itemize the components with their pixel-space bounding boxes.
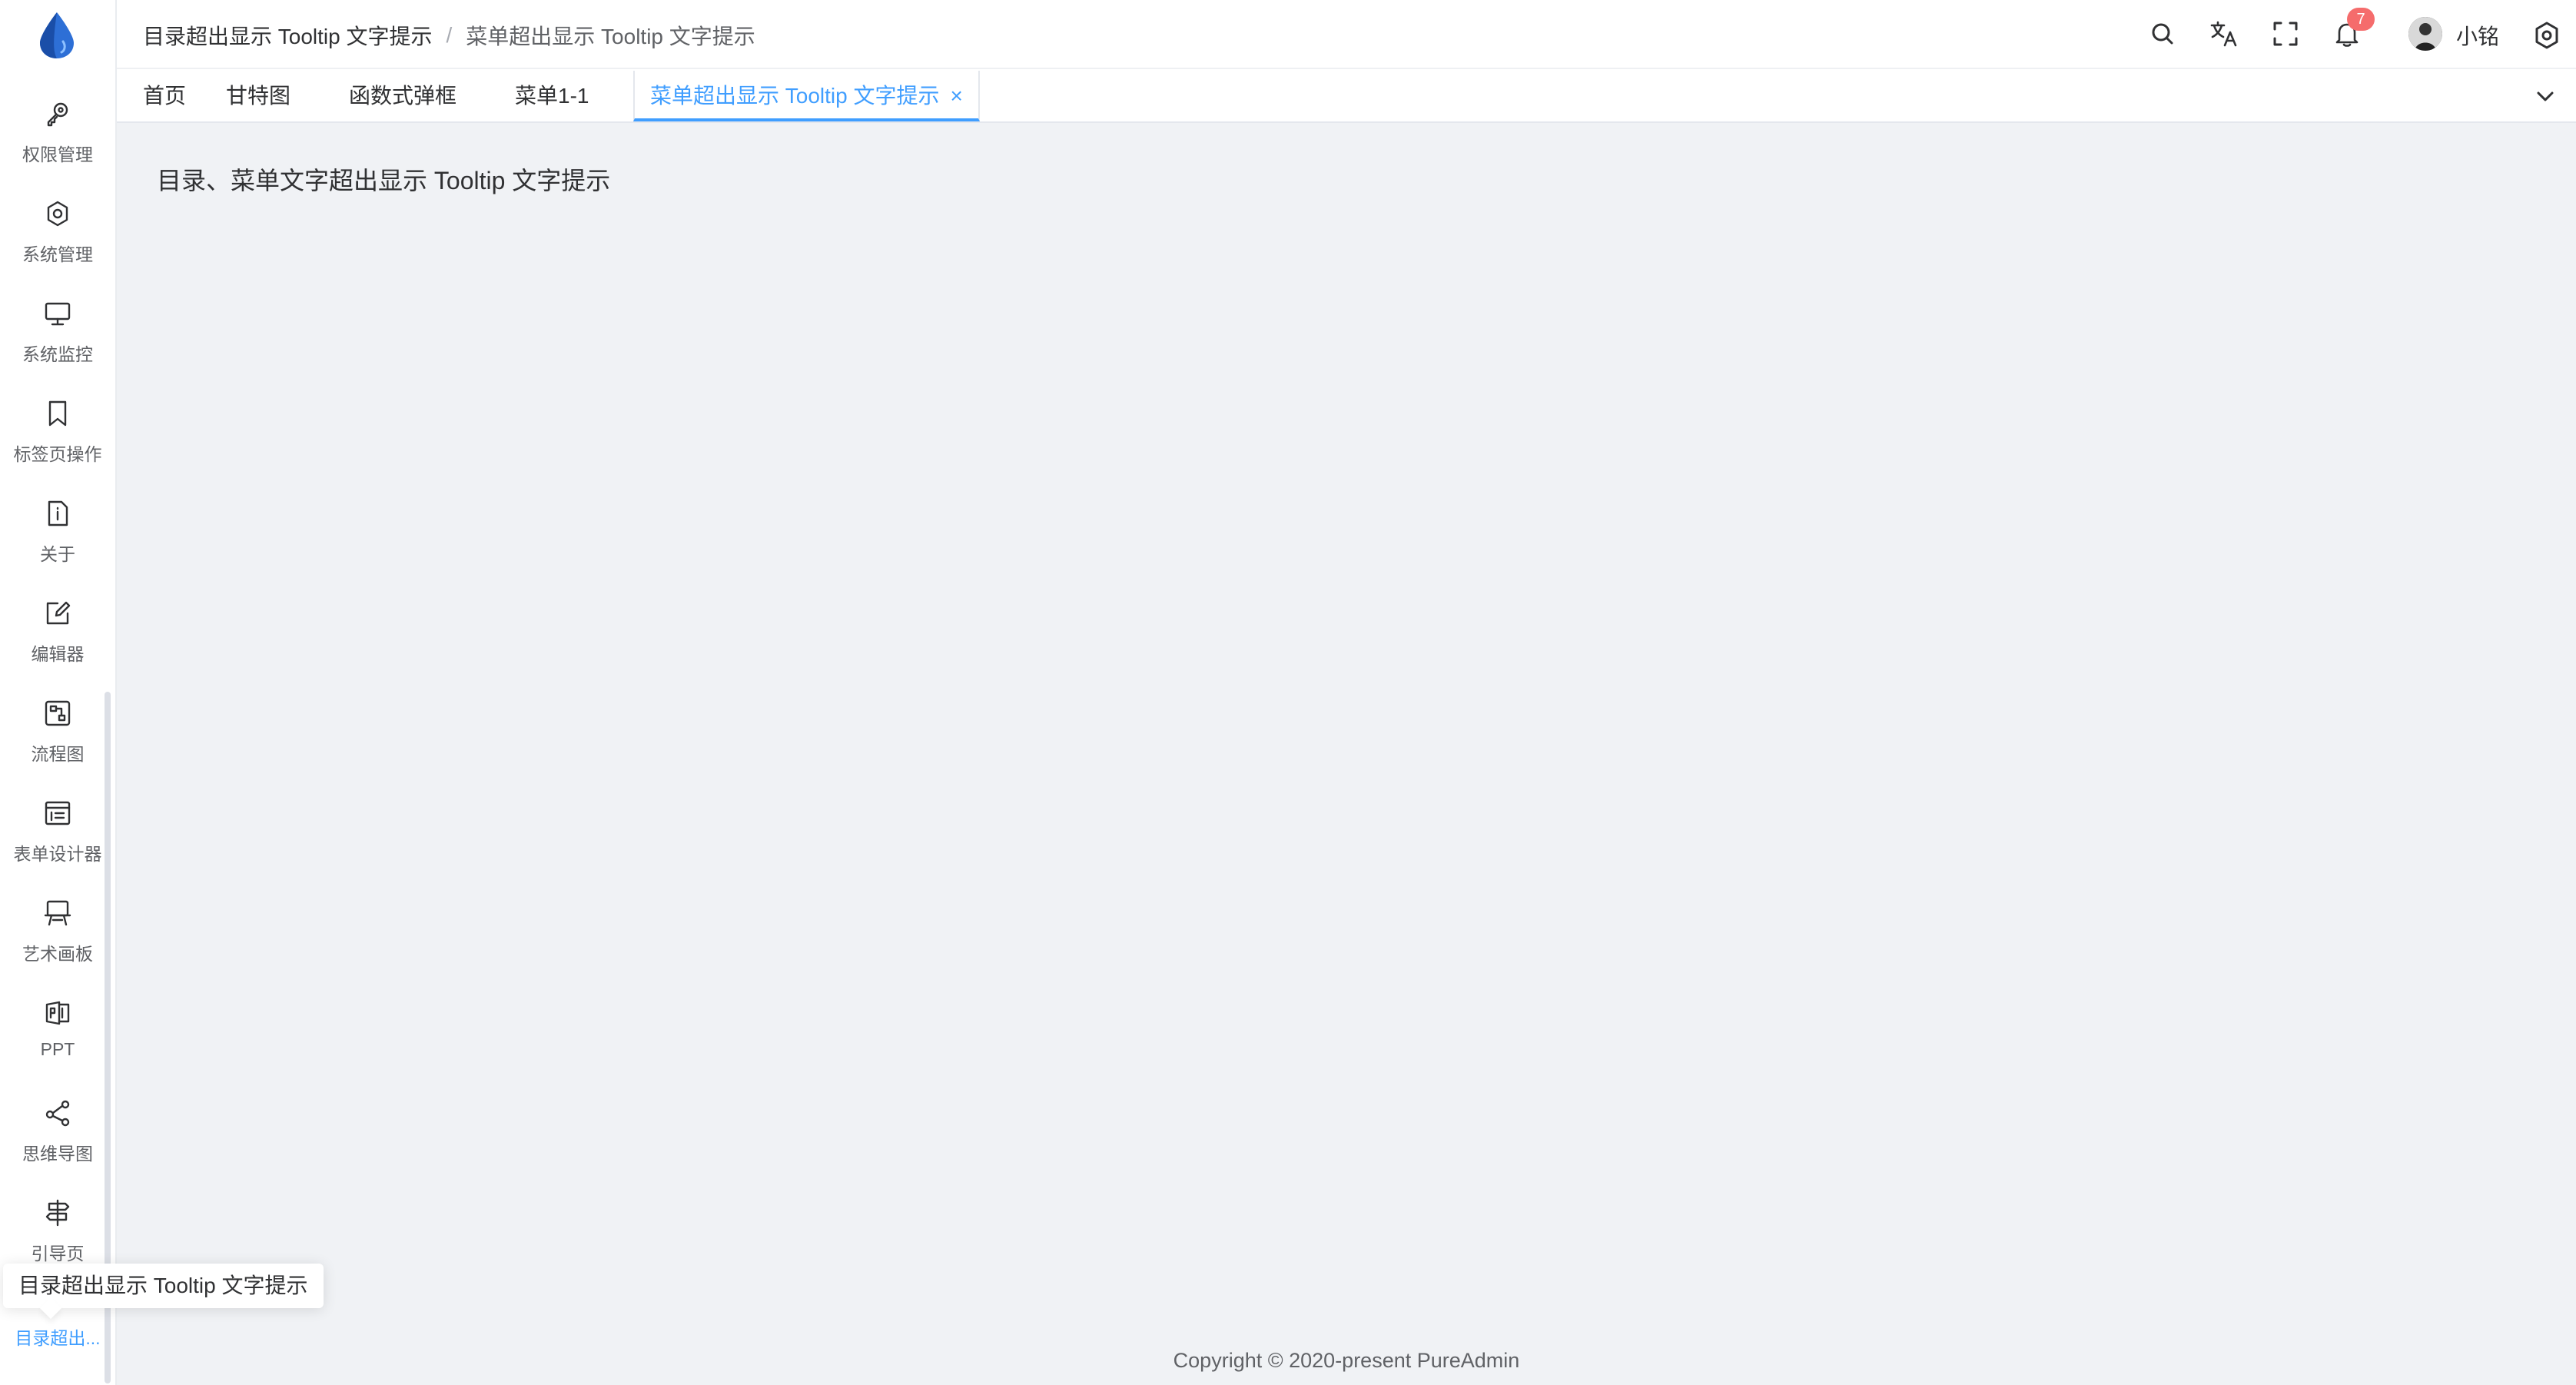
sidebar-item-label: 系统监控 (22, 344, 93, 364)
username[interactable]: 小铭 (2456, 20, 2499, 51)
ppt-icon (42, 998, 73, 1028)
sidebar-item-mindmap[interactable]: 思维导图 (0, 1088, 115, 1181)
edit-icon (42, 598, 73, 629)
sidebar-item-label: 表单设计器 (13, 844, 102, 864)
sidebar-item-label: 标签页操作 (13, 444, 102, 464)
info-file-icon (42, 498, 73, 529)
tooltip-text: 目录超出显示 Tooltip 文字提示 (18, 1274, 308, 1297)
mindmap-icon (42, 1098, 73, 1128)
tab-tooltip-menu[interactable]: 菜单超出显示 Tooltip 文字提示 × (633, 71, 980, 121)
sidebar-item-label: 权限管理 (22, 144, 93, 164)
breadcrumb-item-current: 菜单超出显示 Tooltip 文字提示 (466, 25, 755, 48)
sidebar-item-label: 引导页 (31, 1244, 85, 1264)
sidebar-item-ppt[interactable]: PPT (0, 988, 115, 1081)
sidebar-item-art-board[interactable]: 艺术画板 (0, 888, 115, 981)
sidebar-item-about[interactable]: 关于 (0, 489, 115, 581)
sidebar-item-permission[interactable]: 权限管理 (0, 89, 115, 181)
notification-badge: 7 (2347, 8, 2375, 31)
breadcrumb-separator: / (446, 23, 453, 47)
tabs-bar: 首页 甘特图 函数式弹框 菜单1-1 菜单超出显示 Tooltip 文字提示 × (117, 71, 2576, 123)
gear-icon (42, 198, 73, 229)
sidebar-item-tabs[interactable]: 标签页操作 (0, 389, 115, 481)
tab-function-dialog[interactable]: 函数式弹框 (349, 71, 456, 121)
sidebar-item-label: 系统管理 (22, 244, 93, 264)
logo[interactable] (34, 11, 80, 60)
flow-icon (42, 698, 73, 729)
signpost-icon (42, 1197, 73, 1228)
sidebar-item-system[interactable]: 系统管理 (0, 189, 115, 281)
sidebar-item-label: 流程图 (31, 744, 85, 764)
close-icon[interactable]: × (951, 71, 963, 121)
sidebar-item-label: 编辑器 (31, 644, 85, 664)
tab-gantt[interactable]: 甘特图 (226, 71, 290, 121)
sidebar-item-label: PPT (40, 1039, 75, 1059)
sidebar-item-editor[interactable]: 编辑器 (0, 589, 115, 681)
footer-copyright: Copyright © 2020-present PureAdmin (1173, 1349, 1520, 1372)
translate-icon[interactable] (2209, 18, 2239, 49)
sidebar-item-flow[interactable]: 流程图 (0, 689, 115, 781)
page-title: 目录、菜单文字超出显示 Tooltip 文字提示 (157, 167, 611, 194)
chevron-down-icon[interactable] (2530, 81, 2561, 112)
sidebar-item-label: 关于 (40, 544, 75, 564)
easel-icon (42, 898, 73, 928)
sidebar-item-form-designer[interactable]: 表单设计器 (0, 789, 115, 881)
droplet-logo-icon (40, 12, 74, 58)
breadcrumb-item[interactable]: 目录超出显示 Tooltip 文字提示 (143, 20, 433, 51)
search-icon[interactable] (2147, 18, 2178, 49)
key-icon (42, 98, 73, 129)
fullscreen-icon[interactable] (2270, 18, 2301, 49)
sidebar: 权限管理 系统管理 系统监控 标签页操作 关于 编辑器 流程图 表单设计器 艺术… (0, 0, 117, 1385)
sidebar-item-label: 思维导图 (22, 1144, 93, 1164)
navbar: 目录超出显示 Tooltip 文字提示 / 菜单超出显示 Tooltip 文字提… (117, 0, 2576, 69)
monitor-icon (42, 298, 73, 329)
tab-menu-1-1[interactable]: 菜单1-1 (515, 71, 589, 121)
menu-tooltip: 目录超出显示 Tooltip 文字提示 (3, 1264, 324, 1320)
tab-home[interactable]: 首页 (143, 71, 186, 121)
sidebar-item-label: 艺术画板 (22, 944, 93, 964)
avatar[interactable] (2408, 17, 2442, 51)
settings-gear-icon[interactable] (2531, 20, 2559, 49)
sidebar-item-label: 目录超出... (15, 1328, 101, 1348)
breadcrumb: 目录超出显示 Tooltip 文字提示 / 菜单超出显示 Tooltip 文字提… (143, 20, 755, 51)
form-icon (42, 798, 73, 829)
tab-label: 菜单超出显示 Tooltip 文字提示 (650, 84, 940, 108)
main-content: 目录、菜单文字超出显示 Tooltip 文字提示 Copyright © 202… (117, 123, 2576, 1385)
sidebar-item-monitor[interactable]: 系统监控 (0, 289, 115, 381)
bookmark-icon (42, 398, 73, 429)
